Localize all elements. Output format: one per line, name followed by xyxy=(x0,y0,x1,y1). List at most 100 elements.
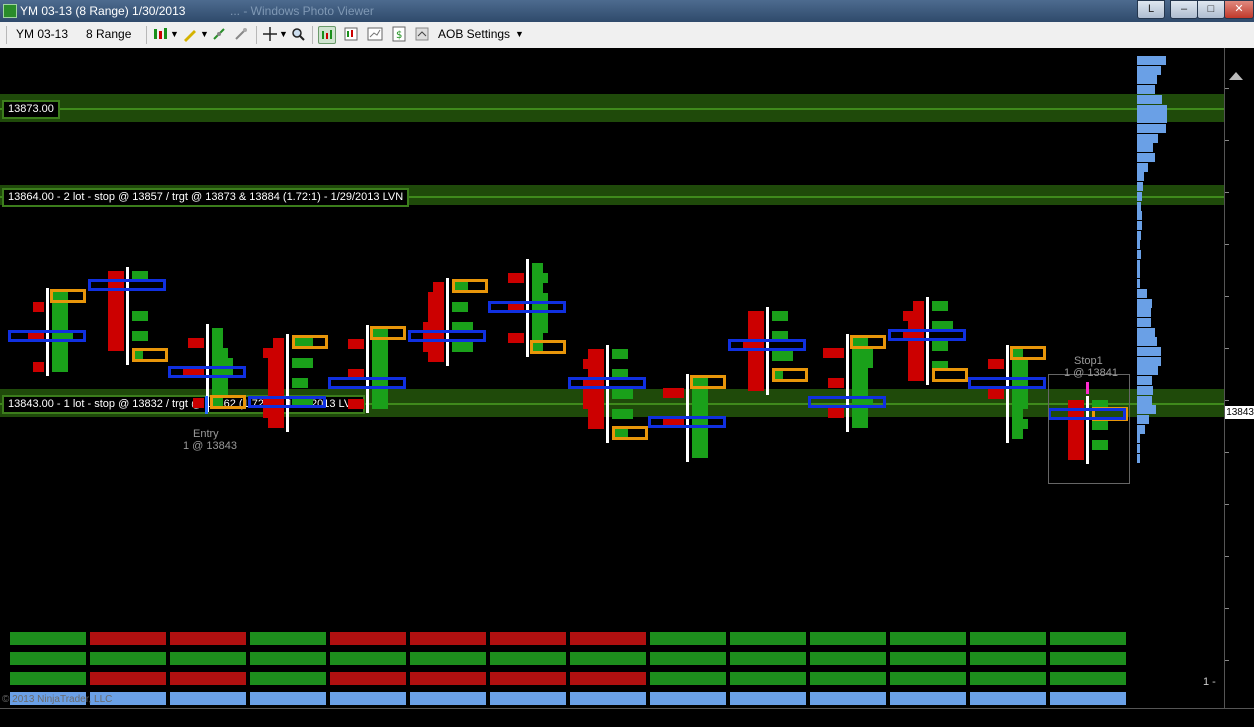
bid-cell xyxy=(748,371,764,381)
imbalance-box xyxy=(888,329,966,341)
imbalance-box xyxy=(488,301,566,313)
time-axis[interactable] xyxy=(0,708,1254,727)
poc-box xyxy=(452,279,488,293)
data-box-icon[interactable] xyxy=(343,26,359,42)
footprint-column xyxy=(888,297,968,421)
footprint-column xyxy=(328,325,406,449)
sellers-stat xyxy=(330,672,406,685)
ask-cell xyxy=(612,349,628,359)
chart-toolbar: YM 03-13 8 Range ▼ ▼ ▼ $ AOB Settings ▼ xyxy=(0,22,1254,49)
delta-stat xyxy=(890,632,966,645)
bid-cell xyxy=(33,292,44,302)
buyers-stat xyxy=(650,652,726,665)
bid-cell xyxy=(108,321,124,331)
ask-cell xyxy=(52,312,68,322)
volume-profile-bar xyxy=(1137,211,1142,221)
maximize-button[interactable]: □ xyxy=(1197,0,1225,19)
properties-icon[interactable] xyxy=(318,26,336,44)
aob-settings-menu[interactable]: AOB Settings xyxy=(438,27,510,41)
footprint-column xyxy=(88,267,168,391)
zoom-icon[interactable] xyxy=(290,26,306,42)
volume-profile-bar xyxy=(1137,444,1140,453)
toolbar-grip xyxy=(6,26,7,44)
add-indicator-icon[interactable] xyxy=(211,26,227,42)
bid-cell xyxy=(668,398,684,408)
ask-cell xyxy=(212,328,223,338)
imbalance-box xyxy=(568,377,646,389)
price-axis-up-arrow-icon xyxy=(1229,72,1243,80)
imbalance-box xyxy=(168,366,246,378)
ask-cell xyxy=(532,273,548,283)
draw-dropdown-icon[interactable]: ▼ xyxy=(200,29,209,39)
bid-cell xyxy=(268,358,284,368)
volume-stat xyxy=(650,692,726,705)
volume-profile-bar xyxy=(1137,220,1142,230)
strategy-icon[interactable] xyxy=(233,26,249,42)
ask-cell xyxy=(52,342,68,352)
sellers-stat xyxy=(90,672,166,685)
aob-settings-dropdown-icon[interactable]: ▼ xyxy=(515,29,524,39)
volume-profile-bar xyxy=(1137,395,1152,405)
volume-profile-bar xyxy=(1137,288,1147,298)
bar-style-icon[interactable] xyxy=(152,26,168,42)
ask-cell xyxy=(1012,409,1023,419)
ask-cell xyxy=(452,352,468,362)
delta-stat xyxy=(810,632,886,645)
sellers-stat xyxy=(890,672,966,685)
window-title: YM 03-13 (8 Range) 1/30/2013 xyxy=(20,4,186,18)
volume-profile-bar xyxy=(1137,308,1151,318)
ask-cell xyxy=(132,321,148,331)
sellers-stat xyxy=(490,672,566,685)
level-line-13873 xyxy=(0,108,1224,110)
bid-cell xyxy=(903,311,924,321)
delta-stat xyxy=(490,632,566,645)
dollar-icon[interactable]: $ xyxy=(391,26,407,42)
draw-pen-icon[interactable] xyxy=(182,26,198,42)
chart-trader-icon[interactable] xyxy=(367,26,383,42)
bar-style-dropdown-icon[interactable]: ▼ xyxy=(170,29,179,39)
bid-cell xyxy=(433,282,444,292)
bid-cell xyxy=(908,371,924,381)
aob-icon[interactable] xyxy=(414,26,430,42)
level-label-13873[interactable]: 13873.00 xyxy=(2,100,60,119)
footprint-column xyxy=(968,345,1046,469)
volume-profile-bar xyxy=(1137,453,1140,463)
ask-cell xyxy=(1012,399,1028,409)
delta-stat xyxy=(970,632,1046,645)
crosshair-icon[interactable] xyxy=(262,26,278,42)
current-price-marker: 13843 xyxy=(1225,406,1254,419)
close-button[interactable]: ✕ xyxy=(1224,0,1254,19)
volume-profile-bar xyxy=(1137,65,1161,75)
buyers-stat xyxy=(410,652,486,665)
volume-profile-bar xyxy=(1137,172,1144,182)
order-flow-chart[interactable]: 13873.00 13864.00 - 2 lot - stop @ 13857… xyxy=(0,48,1224,708)
bid-cell xyxy=(828,378,844,388)
crosshair-dropdown-icon[interactable]: ▼ xyxy=(279,29,288,39)
interval-selector[interactable]: 8 Range xyxy=(86,27,131,41)
page-indicator: 1 - xyxy=(1203,676,1216,688)
bid-cell xyxy=(33,362,44,372)
layout-button[interactable]: L xyxy=(1137,0,1165,19)
ask-cell xyxy=(452,302,468,312)
title-bar: YM 03-13 (8 Range) 1/30/2013 ... - Windo… xyxy=(0,0,1254,22)
candle-wick xyxy=(446,278,449,366)
bid-cell xyxy=(508,313,524,323)
volume-profile-bar xyxy=(1137,250,1141,259)
bid-cell xyxy=(348,359,364,369)
price-axis[interactable]: 13843 xyxy=(1224,48,1254,708)
ask-cell xyxy=(532,263,543,273)
ask-cell xyxy=(692,388,708,398)
bid-cell xyxy=(428,292,444,302)
buyers-stat xyxy=(490,652,566,665)
volume-profile-bar xyxy=(1137,230,1141,240)
bid-cell xyxy=(748,351,764,361)
instrument-selector[interactable]: YM 03-13 xyxy=(16,27,68,41)
ask-cell xyxy=(692,428,708,438)
ask-cell xyxy=(852,348,873,358)
bid-cell xyxy=(828,358,844,368)
minimize-button[interactable]: – xyxy=(1170,0,1198,19)
volume-profile-bar xyxy=(1137,279,1140,289)
volume-profile-bar xyxy=(1137,385,1153,395)
imbalance-box xyxy=(8,330,86,342)
level-label-13864[interactable]: 13864.00 - 2 lot - stop @ 13857 / trgt @… xyxy=(2,188,410,207)
